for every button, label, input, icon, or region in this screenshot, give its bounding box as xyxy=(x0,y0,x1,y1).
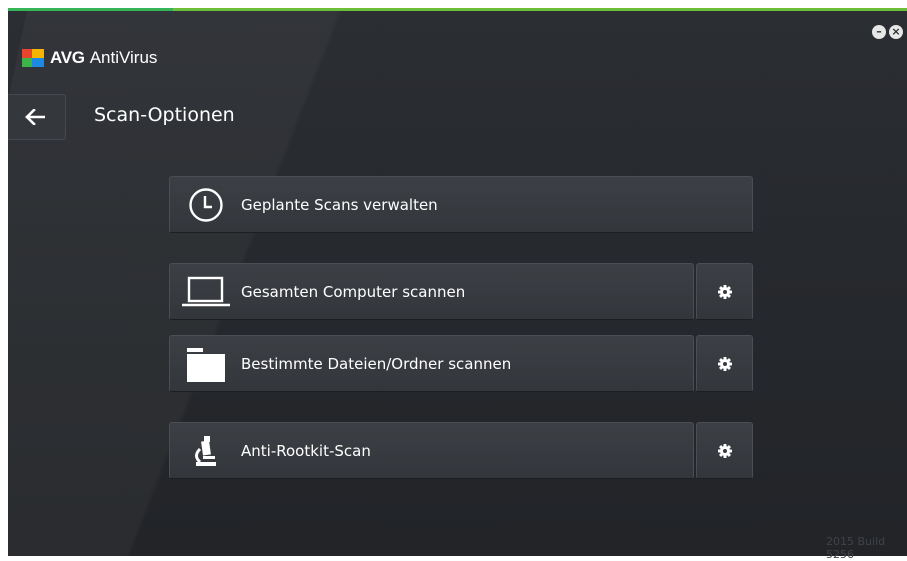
clock-icon xyxy=(176,177,236,232)
brand-name: AVG xyxy=(50,48,85,67)
scan-specific-files-button[interactable]: Bestimmte Dateien/Ordner scannen xyxy=(169,335,694,392)
anti-rootkit-scan-button[interactable]: Anti-Rootkit-Scan xyxy=(169,422,694,479)
page-title: Scan-Optionen xyxy=(94,104,235,126)
app-brand: AVG AntiVirus xyxy=(22,46,157,70)
microscope-icon xyxy=(176,423,236,478)
option-label: Anti-Rootkit-Scan xyxy=(241,441,371,460)
scan-whole-computer-button[interactable]: Gesamten Computer scannen xyxy=(169,263,694,320)
option-label: Gesamten Computer scannen xyxy=(241,282,466,301)
arrow-left-icon xyxy=(25,109,45,125)
accent-bar-segment xyxy=(8,8,173,11)
back-button[interactable] xyxy=(8,94,66,140)
brand-product: AntiVirus xyxy=(89,48,158,67)
accent-bar-segment xyxy=(173,8,907,11)
minimize-button[interactable]: – xyxy=(872,25,886,39)
accent-bar xyxy=(8,8,907,11)
build-info: 2015 Build 5256 xyxy=(826,535,886,561)
settings-button-rootkit[interactable] xyxy=(696,422,753,479)
app-window: AVG AntiVirus – × Scan-Optionen Geplante… xyxy=(8,8,907,556)
option-label: Bestimmte Dateien/Ordner scannen xyxy=(241,354,512,373)
option-label: Geplante Scans verwalten xyxy=(241,195,438,214)
avg-logo-icon xyxy=(22,49,44,67)
settings-button-computer[interactable] xyxy=(696,263,753,320)
close-button[interactable]: × xyxy=(889,25,903,39)
gear-icon xyxy=(717,443,732,458)
gear-icon xyxy=(717,284,732,299)
folder-icon xyxy=(176,336,236,391)
manage-scheduled-scans-button[interactable]: Geplante Scans verwalten xyxy=(169,176,753,233)
laptop-icon xyxy=(176,264,236,319)
settings-button-files[interactable] xyxy=(696,335,753,392)
gear-icon xyxy=(717,356,732,371)
